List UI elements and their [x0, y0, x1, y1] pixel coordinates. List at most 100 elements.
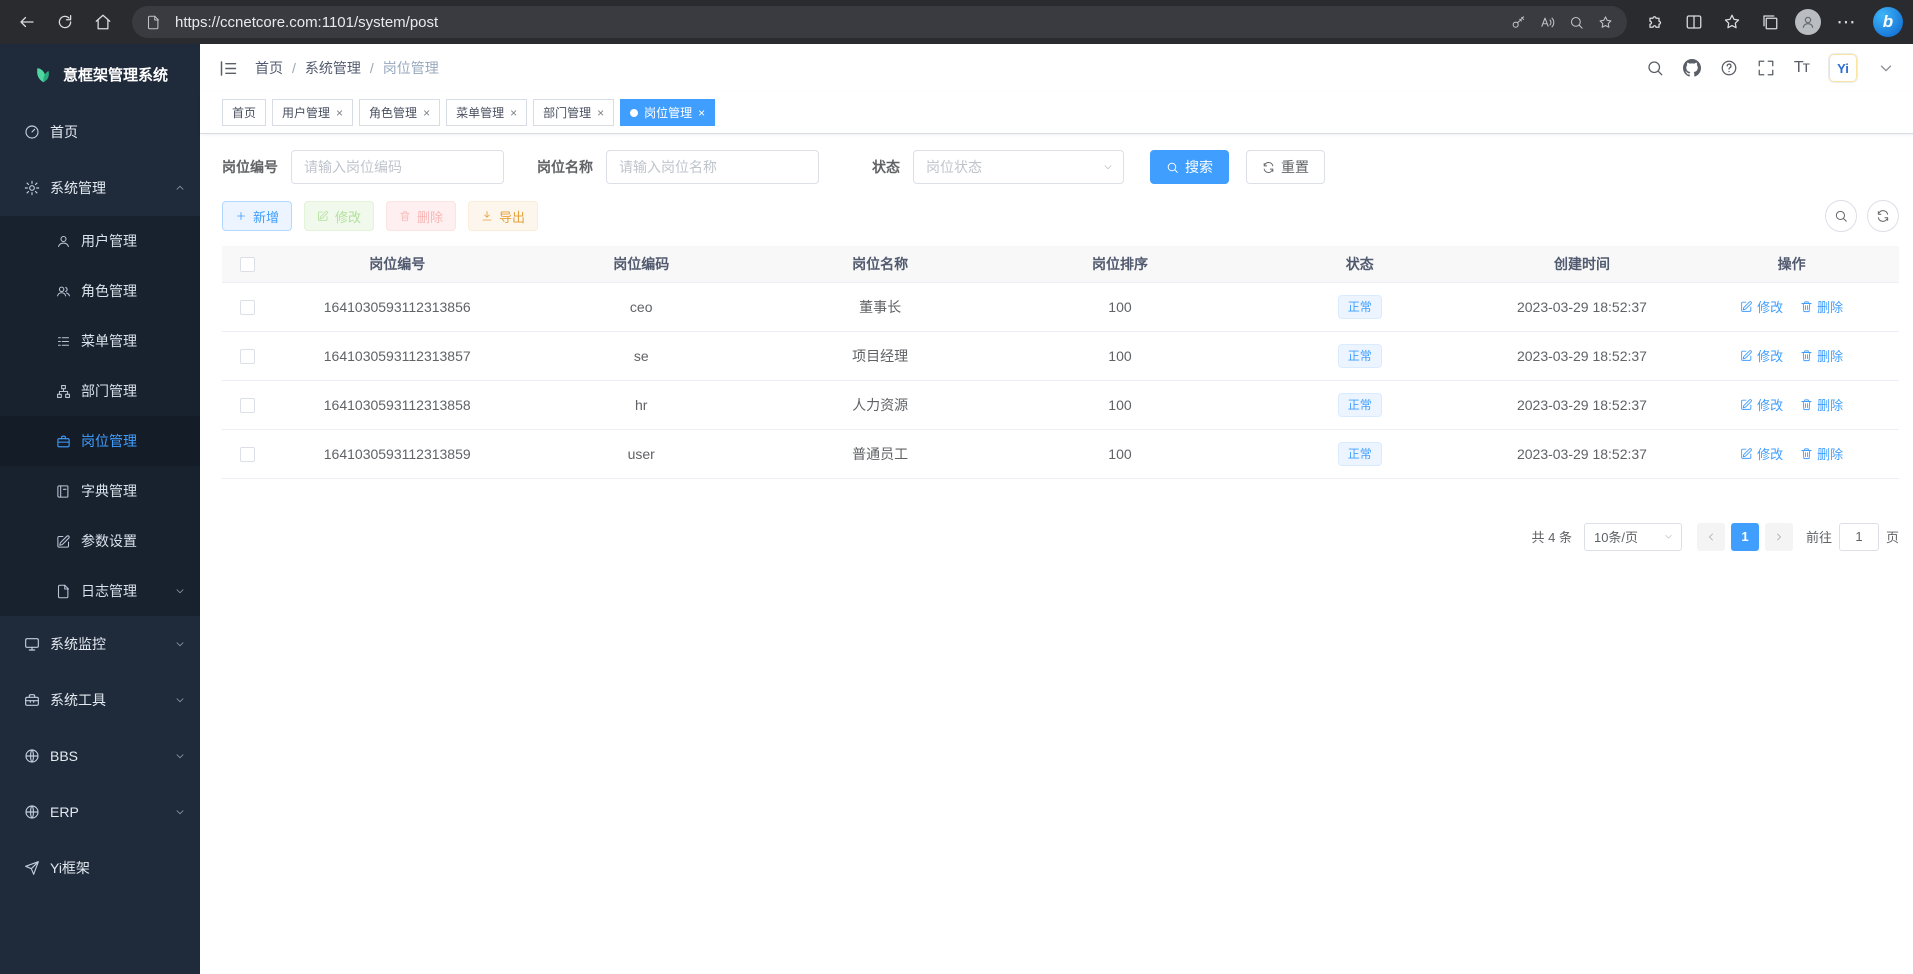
address-bar[interactable]: https://ccnetcore.com:1101/system/post [132, 6, 1627, 38]
cell-post-code: ceo [522, 282, 760, 331]
row-delete-button[interactable]: 删除 [1800, 297, 1843, 316]
close-icon[interactable]: × [510, 107, 517, 119]
header-search-icon[interactable] [1646, 59, 1664, 77]
sidebar-item-label: 日志管理 [81, 581, 137, 601]
trash-icon [399, 210, 411, 222]
status-select[interactable]: 岗位状态 [913, 150, 1124, 184]
user-menu-caret-icon[interactable] [1877, 59, 1895, 77]
sidebar-item-post-mgmt[interactable]: 岗位管理 [0, 416, 200, 466]
breadcrumb-system[interactable]: 系统管理 [305, 58, 361, 78]
select-all-checkbox[interactable] [240, 257, 255, 272]
sidebar-item-param-settings[interactable]: 参数设置 [0, 516, 200, 566]
goto-page-input[interactable] [1839, 523, 1879, 551]
table-row: 1641030593112313858 hr 人力资源 100 正常 2023-… [222, 380, 1899, 429]
browser-profile-avatar[interactable] [1791, 5, 1825, 39]
url-text[interactable]: https://ccnetcore.com:1101/system/post [175, 14, 1497, 31]
row-delete-button[interactable]: 删除 [1800, 444, 1843, 463]
sidebar-item-menu-mgmt[interactable]: 菜单管理 [0, 316, 200, 366]
delete-button[interactable]: 删除 [386, 201, 456, 231]
sidebar-item-user-mgmt[interactable]: 用户管理 [0, 216, 200, 266]
tab-dept-mgmt[interactable]: 部门管理 × [533, 99, 614, 126]
reset-button[interactable]: 重置 [1246, 150, 1325, 184]
toggle-search-button[interactable] [1825, 200, 1857, 232]
sidebar-item-dept-mgmt[interactable]: 部门管理 [0, 366, 200, 416]
row-checkbox[interactable] [240, 349, 255, 364]
current-page[interactable]: 1 [1731, 523, 1759, 551]
tab-role-mgmt[interactable]: 角色管理 × [359, 99, 440, 126]
add-favorite-star-icon[interactable] [1598, 15, 1613, 30]
home-icon[interactable] [86, 5, 120, 39]
sidebar-item-system-tools[interactable]: 系统工具 [0, 672, 200, 728]
sidebar-item-system-monitor[interactable]: 系统监控 [0, 616, 200, 672]
tab-label: 首页 [232, 104, 256, 121]
sidebar-toggle-icon[interactable] [218, 58, 239, 79]
row-edit-button[interactable]: 修改 [1740, 346, 1783, 365]
font-size-icon[interactable]: Tт [1794, 59, 1809, 77]
cell-post-name: 董事长 [760, 282, 1000, 331]
row-edit-button[interactable]: 修改 [1740, 395, 1783, 414]
add-button[interactable]: 新增 [222, 201, 292, 231]
sidebar-item-system-mgmt[interactable]: 系统管理 [0, 160, 200, 216]
search-icon [1166, 161, 1179, 174]
password-key-icon[interactable] [1511, 15, 1526, 30]
row-checkbox[interactable] [240, 398, 255, 413]
sidebar-item-label: 参数设置 [81, 531, 137, 551]
zoom-icon[interactable] [1569, 15, 1584, 30]
favorites-icon[interactable] [1715, 5, 1749, 39]
collections-icon[interactable] [1753, 5, 1787, 39]
sidebar-item-dict-mgmt[interactable]: 字典管理 [0, 466, 200, 516]
extensions-icon[interactable] [1639, 5, 1673, 39]
active-tab-dot [630, 109, 638, 117]
github-icon[interactable] [1683, 59, 1701, 77]
row-delete-button[interactable]: 删除 [1800, 395, 1843, 414]
breadcrumb-separator: / [292, 60, 296, 76]
bing-sidebar-icon[interactable]: b [1873, 7, 1903, 37]
cell-post-code: user [522, 429, 760, 478]
goto-unit: 页 [1886, 527, 1899, 546]
close-icon[interactable]: × [698, 107, 705, 119]
edit-square-icon [1740, 398, 1753, 411]
user-icon [56, 234, 71, 249]
close-icon[interactable]: × [336, 107, 343, 119]
row-checkbox[interactable] [240, 300, 255, 315]
refresh-icon[interactable] [48, 5, 82, 39]
page-info-icon[interactable] [146, 15, 161, 30]
sidebar-item-home[interactable]: 首页 [0, 104, 200, 160]
export-button[interactable]: 导出 [468, 201, 538, 231]
tab-post-mgmt[interactable]: 岗位管理 × [620, 99, 715, 126]
post-code-input[interactable] [291, 150, 504, 184]
help-icon[interactable] [1720, 59, 1738, 77]
row-delete-button[interactable]: 删除 [1800, 346, 1843, 365]
user-avatar[interactable]: Yi [1828, 53, 1858, 83]
sidebar-item-yi-framework[interactable]: Yi框架 [0, 840, 200, 896]
row-edit-button[interactable]: 修改 [1740, 297, 1783, 316]
browser-menu-icon[interactable]: ⋯ [1829, 5, 1863, 39]
tab-menu-mgmt[interactable]: 菜单管理 × [446, 99, 527, 126]
fullscreen-icon[interactable] [1757, 59, 1775, 77]
tab-home[interactable]: 首页 [222, 99, 266, 126]
tab-user-mgmt[interactable]: 用户管理 × [272, 99, 353, 126]
row-checkbox[interactable] [240, 447, 255, 462]
sidebar-item-role-mgmt[interactable]: 角色管理 [0, 266, 200, 316]
chevron-down-icon [1102, 161, 1114, 173]
users-icon [56, 284, 71, 299]
read-aloud-icon[interactable] [1540, 15, 1555, 30]
breadcrumb-home[interactable]: 首页 [255, 58, 283, 78]
chevron-down-icon [174, 585, 186, 597]
close-icon[interactable]: × [597, 107, 604, 119]
post-name-input[interactable] [606, 150, 819, 184]
next-page-button[interactable] [1765, 523, 1793, 551]
edit-button[interactable]: 修改 [304, 201, 374, 231]
sidebar-item-erp[interactable]: ERP [0, 784, 200, 840]
close-icon[interactable]: × [423, 107, 430, 119]
cell-post-id: 1641030593112313856 [272, 282, 522, 331]
search-button[interactable]: 搜索 [1150, 150, 1229, 184]
prev-page-button[interactable] [1697, 523, 1725, 551]
sidebar-item-log-mgmt[interactable]: 日志管理 [0, 566, 200, 616]
refresh-table-button[interactable] [1867, 200, 1899, 232]
back-icon[interactable] [10, 5, 44, 39]
row-edit-button[interactable]: 修改 [1740, 444, 1783, 463]
page-size-select[interactable]: 10条/页 [1584, 523, 1682, 551]
split-screen-icon[interactable] [1677, 5, 1711, 39]
sidebar-item-bbs[interactable]: BBS [0, 728, 200, 784]
